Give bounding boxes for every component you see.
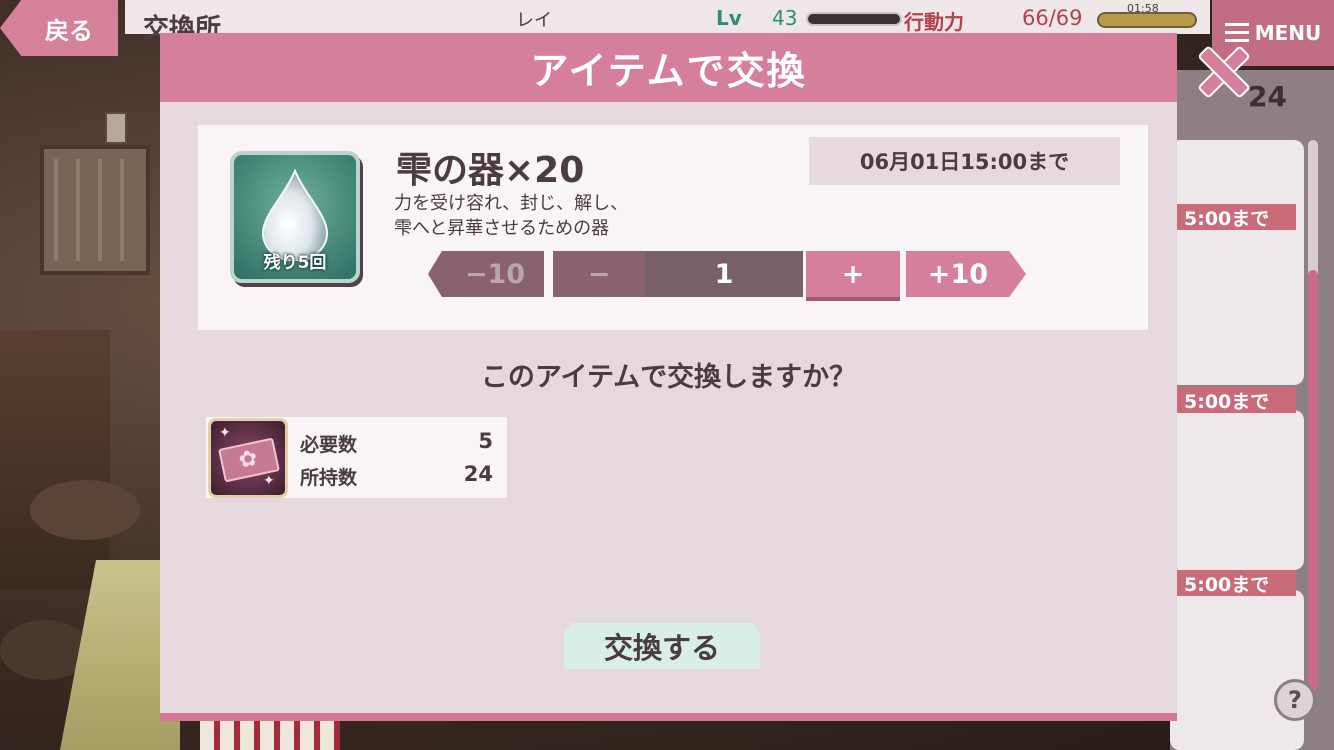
deadline-badge: 5:00まで (1176, 204, 1296, 230)
action-points-timer: 01:58 (1127, 2, 1159, 15)
plus-ten-button[interactable]: +10 (906, 251, 1026, 297)
background-switch (105, 112, 127, 144)
level-value: 43 (772, 6, 798, 30)
owned-label: 所持数 (300, 467, 358, 489)
owned-value: 24 (463, 462, 493, 486)
question-mark-icon: ? (1288, 686, 1302, 714)
owned-count: 24 (1248, 80, 1287, 113)
confirm-question: このアイテムで交換しますか？ (480, 362, 857, 393)
close-icon[interactable] (1196, 44, 1248, 96)
sparkle-icon: ✦ (263, 473, 275, 489)
sakura-ticket-icon: ✦ ✦ (208, 418, 288, 498)
minus-one-button[interactable]: − (553, 251, 645, 297)
action-points-label: 行動力 (904, 10, 964, 34)
exchange-button[interactable]: 交換する (564, 623, 760, 669)
item-panel: 残り5回 雫の器×20 06月01日15:00まで 力を受け容れ、封じ、解し、 … (198, 125, 1148, 330)
item-deadline: 06月01日15:00まで (809, 137, 1120, 185)
required-label: 必要数 (300, 434, 358, 456)
level-label: Lv (716, 6, 742, 30)
item-name: 雫の器×20 (396, 150, 585, 191)
required-value: 5 (478, 429, 493, 453)
item-description-line: 雫へと昇華させるための器 (394, 218, 610, 239)
background-stool (30, 480, 140, 540)
exchange-dialog: アイテムで交換 残り5回 雫の器×20 06月01日15:00まで 力を受け容れ… (160, 33, 1177, 721)
background-shelf (40, 145, 150, 275)
background-desk (0, 330, 110, 590)
deadline-badge: 5:00まで (1176, 570, 1296, 596)
deadline-badge: 5:00まで (1176, 387, 1296, 413)
list-scrollbar-thumb[interactable] (1308, 270, 1318, 690)
cost-box: ✦ ✦ 必要数 5 所持数 24 (206, 417, 507, 498)
dialog-title: アイテムで交換 (160, 33, 1177, 102)
help-button[interactable]: ? (1274, 679, 1316, 721)
quantity-value: 1 (645, 251, 803, 297)
water-drop-icon: 残り5回 (230, 151, 360, 283)
item-description: 力を受け容れ、封じ、解し、 雫へと昇華させるための器 (394, 191, 714, 241)
plus-one-button[interactable]: + (806, 251, 900, 297)
exchange-list-card[interactable] (1170, 590, 1304, 750)
level-exp-bar (806, 12, 902, 26)
exchange-list-card[interactable] (1170, 410, 1304, 570)
remaining-count: 残り5回 (263, 253, 327, 273)
action-points-value: 66/69 (1022, 6, 1083, 30)
minus-ten-button[interactable]: −10 (428, 251, 544, 297)
sparkle-icon: ✦ (219, 425, 231, 441)
item-description-line: 力を受け容れ、封じ、解し、 (394, 193, 629, 214)
menu-label: MENU (1254, 21, 1322, 45)
player-name: レイ (516, 10, 552, 31)
exchange-list-card[interactable] (1170, 225, 1304, 385)
hamburger-icon (1224, 23, 1249, 43)
back-button[interactable]: 戻る (0, 0, 118, 56)
